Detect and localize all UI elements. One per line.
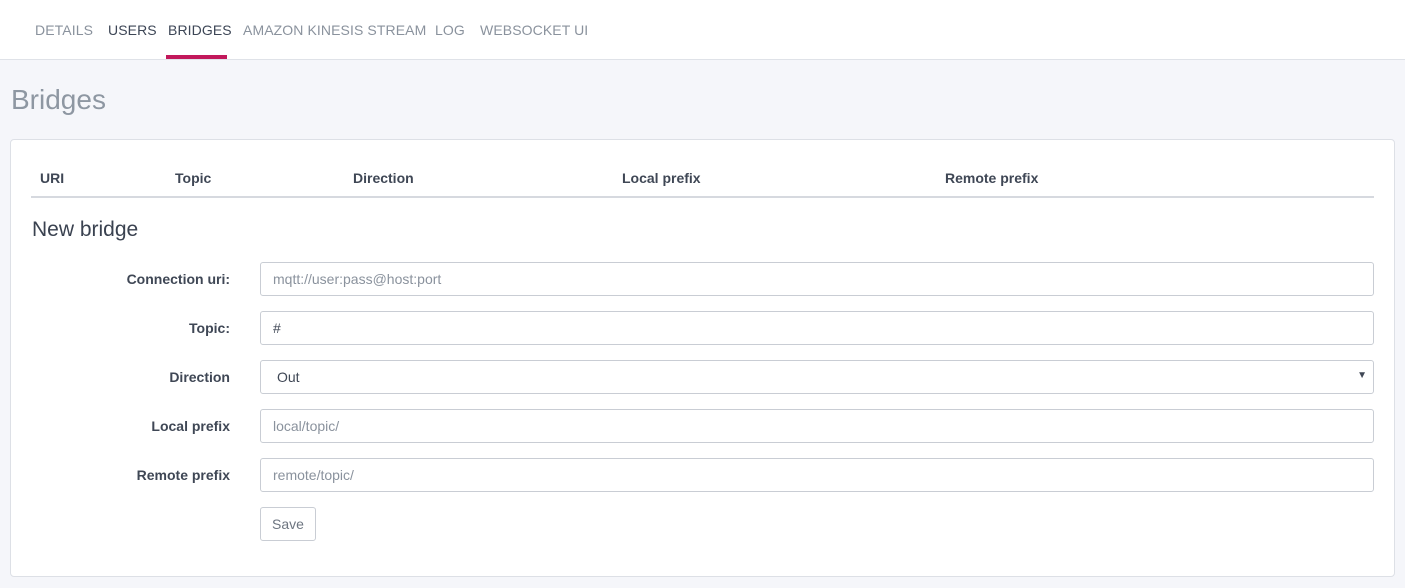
column-header-topic: Topic	[175, 170, 212, 186]
direction-label: Direction	[169, 369, 230, 385]
page-title: Bridges	[11, 84, 106, 115]
remote-prefix-label: Remote prefix	[136, 467, 230, 483]
tab-log[interactable]: LOG	[435, 0, 465, 60]
bridges-card	[10, 139, 1395, 577]
local-prefix-input[interactable]	[260, 409, 1374, 443]
tab-bridges[interactable]: BRIDGES	[168, 0, 232, 60]
active-tab-indicator	[166, 55, 227, 59]
connection-uri-input[interactable]	[260, 262, 1374, 296]
direction-selected-value[interactable]: Out	[260, 360, 1374, 394]
column-header-local-prefix: Local prefix	[622, 170, 701, 186]
tab-users[interactable]: USERS	[108, 0, 157, 60]
local-prefix-label: Local prefix	[151, 418, 230, 434]
tab-details[interactable]: DETAILS	[35, 0, 93, 60]
save-button[interactable]: Save	[260, 507, 316, 541]
new-bridge-title: New bridge	[32, 218, 139, 241]
connection-uri-label: Connection uri:	[126, 271, 230, 287]
remote-prefix-input[interactable]	[260, 458, 1374, 492]
direction-select[interactable]: Out ▼	[260, 360, 1374, 394]
column-header-direction: Direction	[353, 170, 414, 186]
tab-websocket-ui[interactable]: WEBSOCKET UI	[480, 0, 588, 60]
tab-amazon-kinesis-stream[interactable]: AMAZON KINESIS STREAM	[243, 0, 426, 60]
topic-label: Topic:	[189, 320, 230, 336]
topic-input[interactable]	[260, 311, 1374, 345]
tab-bar: DETAILS USERS BRIDGES AMAZON KINESIS STR…	[0, 0, 1405, 60]
column-header-remote-prefix: Remote prefix	[945, 170, 1039, 186]
chevron-down-icon: ▼	[1357, 370, 1367, 381]
column-header-uri: URI	[40, 170, 65, 186]
table-header-divider	[31, 196, 1374, 198]
